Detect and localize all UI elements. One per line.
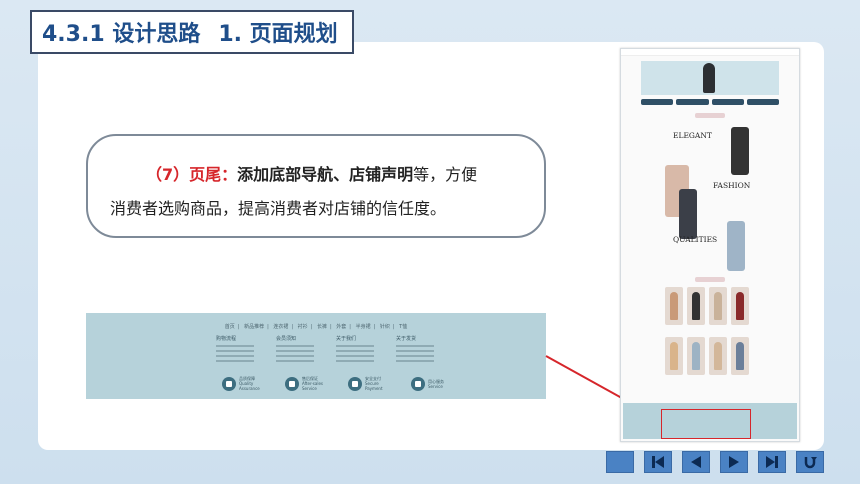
next-button[interactable] — [720, 451, 748, 473]
slide-navigation — [606, 451, 824, 473]
footer-column: 购物流程 — [216, 335, 258, 365]
previous-button[interactable] — [682, 451, 710, 473]
footer-column: 会员须知 — [276, 335, 318, 365]
footer-nav-item: 连衣裙 — [273, 324, 289, 330]
callout-highlight: 添加底部导航、店铺声明 — [237, 165, 414, 184]
next-icon — [729, 456, 739, 468]
callout-line-2: 消费者选购商品，提高消费者对店铺的信任度。 — [110, 199, 447, 218]
return-icon — [804, 457, 817, 469]
footer-column: 关于发货 — [396, 335, 438, 365]
last-page-button[interactable] — [758, 451, 786, 473]
first-page-icon — [652, 456, 664, 468]
preview-model-image — [727, 221, 745, 271]
full-page-preview: ELEGANT FASHION QUALITIES — [620, 48, 800, 442]
preview-banner — [641, 61, 779, 95]
preview-section-badge — [695, 113, 725, 118]
footer-nav-bar: 首页 | 新品推荐 | 连衣裙 | 衬衫 | 长裤 | 外套 | 半身裙 | 针织 | T恤 — [224, 324, 408, 330]
footer-nav-item: 长裤 — [316, 324, 327, 330]
preview-section-badge — [695, 277, 725, 282]
heart-icon — [411, 376, 425, 391]
heart-icon — [285, 376, 299, 391]
footer-nav-item: 首页 — [224, 324, 235, 330]
preview-heading-qualities: QUALITIES — [673, 235, 718, 244]
callout-line-1: （7）页尾：添加底部导航、店铺声明等，方便 — [110, 158, 526, 192]
section-subtitle: 1. 页面规划 — [218, 22, 338, 47]
footer-nav-item: 半身裙 — [355, 324, 371, 330]
footer-nav-item: 外套 — [336, 324, 347, 330]
last-page-icon — [766, 456, 778, 468]
description-callout: （7）页尾：添加底部导航、店铺声明等，方便 消费者选购商品，提高消费者对店铺的信… — [86, 134, 546, 238]
preview-product-grid — [665, 337, 749, 375]
footer-promise: 安全支付 Secure Payment — [348, 376, 391, 391]
footer-nav-item: T恤 — [399, 324, 408, 330]
preview-product-grid — [665, 287, 749, 325]
slide-title: 4.3.1 设计思路 1. 页面规划 — [30, 10, 354, 54]
preview-top-bar — [621, 49, 799, 56]
footer-nav-item: 新品推荐 — [244, 324, 265, 330]
footer-promise: 售后保证 After-sales Service — [285, 376, 328, 391]
callout-label: （7）页尾： — [146, 165, 238, 184]
home-square-icon[interactable] — [606, 451, 634, 473]
preview-model-image — [731, 127, 749, 175]
footer-promise: 用心服务 Service — [411, 376, 454, 391]
preview-heading-elegant: ELEGANT — [673, 131, 712, 140]
section-heading: 4.3.1 设计思路 — [42, 22, 201, 47]
return-button[interactable] — [796, 451, 824, 473]
first-page-button[interactable] — [644, 451, 672, 473]
footer-columns: 购物流程 会员须知 关于我们 关于发货 — [216, 335, 438, 365]
preview-heading-fashion: FASHION — [713, 181, 751, 190]
footer-nav-item: 衬衫 — [297, 324, 308, 330]
footer-column: 关于我们 — [336, 335, 378, 365]
preview-category-bar — [641, 99, 779, 105]
preview-model-image — [679, 189, 697, 239]
preview-footer-highlight — [661, 409, 751, 439]
badge-icon — [222, 376, 236, 391]
footer-zoom-image: 首页 | 新品推荐 | 连衣裙 | 衬衫 | 长裤 | 外套 | 半身裙 | 针织 | T恤 购… — [86, 313, 546, 399]
footer-promise: 品质保障 Quality Assurance — [222, 376, 265, 391]
footer-promises: 品质保障 Quality Assurance 售后保证 After-sales Se… — [222, 376, 454, 391]
shield-icon — [348, 376, 362, 391]
previous-icon — [691, 456, 701, 468]
callout-rest: 等，方便 — [413, 165, 478, 184]
footer-nav-item: 针织 — [379, 324, 390, 330]
